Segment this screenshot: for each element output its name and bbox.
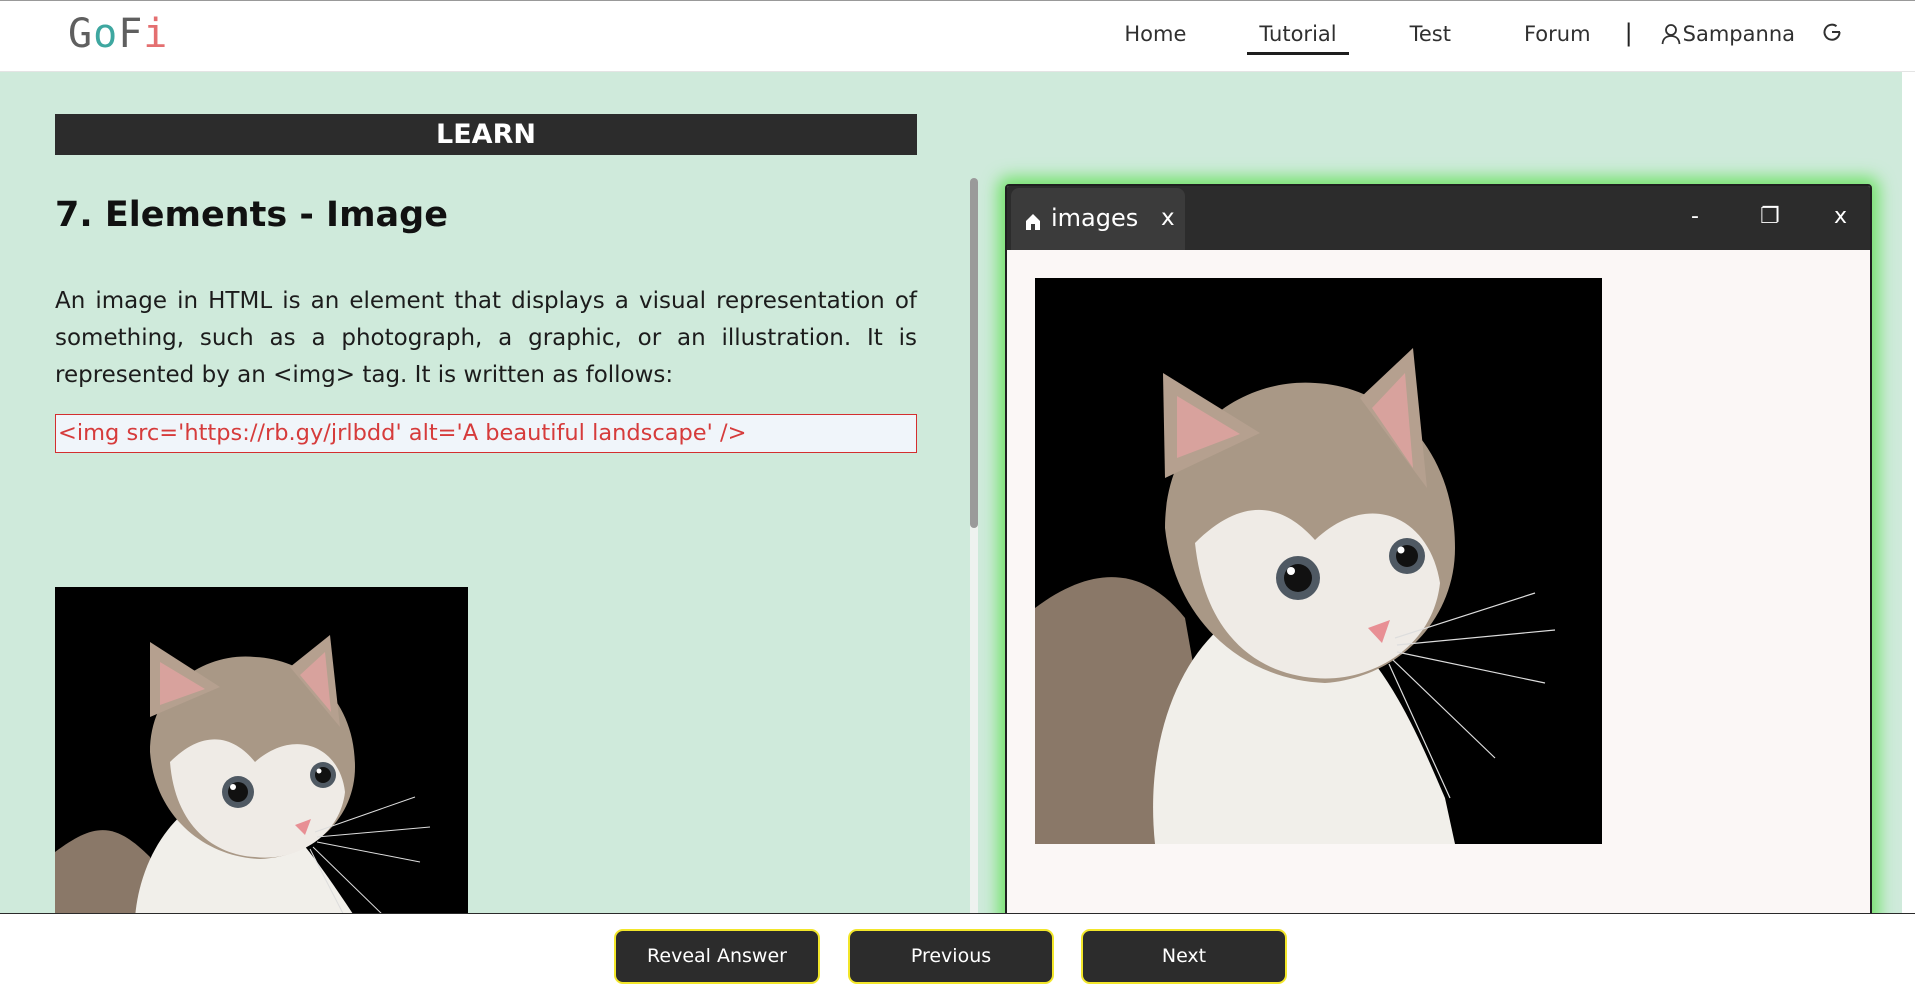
- nav-tutorial[interactable]: Tutorial: [1247, 22, 1349, 55]
- code-example: <img src='https://rb.gy/jrlbdd' alt='A b…: [55, 414, 917, 453]
- nav-test[interactable]: Test: [1398, 22, 1463, 53]
- tab-label: images: [1051, 204, 1139, 232]
- nav-home[interactable]: Home: [1112, 22, 1198, 53]
- lesson-scrollbar[interactable]: [970, 178, 978, 948]
- previous-button[interactable]: Previous: [848, 929, 1054, 984]
- tab-images[interactable]: images x: [1011, 188, 1185, 250]
- gofi-logo[interactable]: GoFi: [68, 11, 168, 57]
- page-right-edge: [1902, 72, 1915, 913]
- next-button[interactable]: Next: [1081, 929, 1287, 984]
- output-browser-window: images x - ❐ x: [1005, 184, 1872, 944]
- window-title-bar: images x - ❐ x: [1007, 186, 1870, 250]
- top-header: GoFi Home Tutorial Test Forum | Sampanna: [0, 0, 1915, 72]
- reveal-answer-button[interactable]: Reveal Answer: [614, 929, 820, 984]
- rendered-cat-image: [1035, 278, 1602, 844]
- tab-close-button[interactable]: x: [1161, 205, 1175, 231]
- lesson-content: LEARN 7. Elements - Image An image in HT…: [55, 114, 917, 453]
- scrollbar-thumb[interactable]: [970, 178, 978, 528]
- maximize-button[interactable]: ❐: [1760, 204, 1780, 229]
- house-icon: [1025, 209, 1041, 237]
- lesson-paragraph: An image in HTML is an element that disp…: [55, 288, 917, 388]
- footer-controls: Reveal Answer Previous Next: [0, 913, 1915, 997]
- tutorial-main: LEARN 7. Elements - Image An image in HT…: [0, 72, 1902, 949]
- user-icon: [1661, 23, 1681, 44]
- user-name: Sampanna: [1682, 21, 1795, 46]
- main-nav: Home Tutorial Test Forum | Sampanna: [1112, 19, 1843, 55]
- learn-banner: LEARN: [55, 114, 917, 155]
- nav-separator: |: [1624, 19, 1633, 47]
- user-profile-link[interactable]: Sampanna: [1661, 22, 1795, 53]
- minimize-button[interactable]: -: [1691, 204, 1699, 229]
- logout-icon[interactable]: [1821, 21, 1843, 54]
- window-close-button[interactable]: x: [1834, 204, 1847, 229]
- nav-forum[interactable]: Forum: [1512, 22, 1603, 53]
- cat-image-preview: [55, 587, 468, 949]
- lesson-title: 7. Elements - Image: [55, 195, 448, 235]
